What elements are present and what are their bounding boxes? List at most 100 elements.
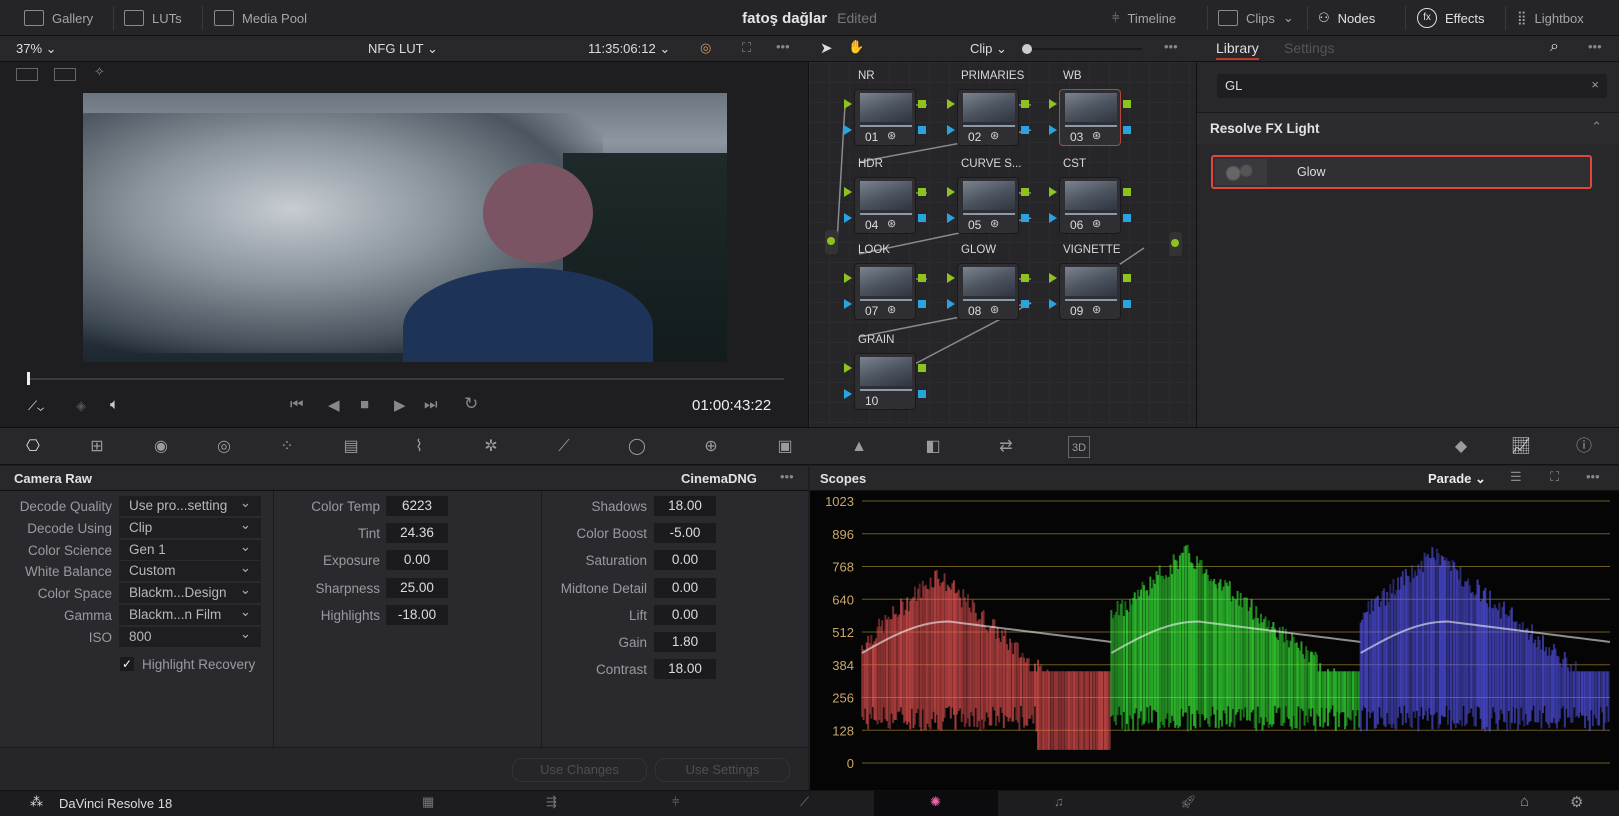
keyframes-icon[interactable]: ◆ [1450, 436, 1472, 458]
fullscreen-icon[interactable]: ⛶ [742, 40, 751, 56]
rgb-input-icon[interactable] [844, 187, 852, 197]
node-10[interactable]: 10 [854, 353, 916, 410]
node-09[interactable]: 09 ⊛ [1059, 263, 1121, 320]
key-input-icon[interactable] [844, 389, 852, 399]
cut-page-icon[interactable]: ⇶ [546, 794, 557, 810]
node-06[interactable]: 06 ⊛ [1059, 177, 1121, 234]
rgb-input-icon[interactable] [1049, 187, 1057, 197]
node-02[interactable]: 02 ⊛ [957, 89, 1019, 146]
window-icon[interactable]: ◯ [626, 436, 648, 458]
fairlight-page-icon[interactable]: ♫ [1054, 794, 1064, 809]
search-icon[interactable]: ⌕ [1550, 38, 1559, 56]
camera-raw-more-icon[interactable]: ••• [780, 469, 794, 484]
key-output-icon[interactable] [918, 126, 926, 134]
more-options-icon[interactable]: ••• [776, 39, 790, 54]
settings-gear-icon[interactable]: ⚙ [1570, 793, 1583, 811]
hand-icon[interactable]: ✋ [848, 39, 864, 55]
blur-icon[interactable]: ▲ [848, 436, 870, 458]
key-output-icon[interactable] [1123, 300, 1131, 308]
key-output-icon[interactable] [1021, 214, 1029, 222]
effect-item-glow[interactable]: Glow [1211, 155, 1592, 189]
key-output-icon[interactable] [1021, 126, 1029, 134]
param-value-field[interactable]: 0.00 [654, 578, 716, 598]
chevron-up-icon[interactable]: ⌃ [1591, 119, 1602, 135]
tracker-icon[interactable]: ⊕ [700, 436, 722, 458]
node-editor[interactable]: NR 01 ⊛ PRIMARIES 02 ⊛ WB 03 ⊛ HDR 04 ⊛ CURVE S... 05… [808, 62, 1196, 427]
category-header[interactable]: Resolve FX Light ⌃ [1197, 112, 1619, 144]
loop-icon[interactable]: ↻ [464, 394, 478, 414]
use-changes-button[interactable]: Use Changes [512, 758, 647, 782]
pointer-icon[interactable]: ➤ [820, 39, 833, 57]
camera-raw-icon[interactable]: ⎔ [22, 436, 44, 458]
key-input-icon[interactable] [1049, 213, 1057, 223]
lut-dropdown[interactable]: NFG LUT ⌄ [368, 41, 438, 57]
color-warper-icon[interactable]: ✲ [480, 436, 502, 458]
rgb-output-icon[interactable] [1021, 100, 1029, 108]
rgb-input-icon[interactable] [1049, 273, 1057, 283]
color-match-icon[interactable]: ⊞ [86, 436, 108, 458]
setting-dropdown[interactable]: Gen 1 [119, 537, 261, 560]
key-icon[interactable]: ◧ [922, 436, 944, 458]
library-more-icon[interactable]: ••• [1588, 39, 1602, 54]
rgb-output-icon[interactable] [1021, 188, 1029, 196]
volume-icon[interactable]: 🔈︎ [110, 396, 119, 413]
param-value-field[interactable]: -18.00 [386, 605, 448, 625]
rgb-output-icon[interactable] [1123, 274, 1131, 282]
param-value-field[interactable]: 0.00 [386, 550, 448, 570]
zoom-dropdown[interactable]: 37% ⌄ [16, 41, 57, 57]
skip-end-icon[interactable]: ⏭︎ [424, 396, 438, 413]
scope-mode-dropdown[interactable]: Parade ⌄ [1428, 471, 1486, 487]
rgb-input-icon[interactable] [947, 187, 955, 197]
edit-page-icon[interactable]: ⫩ [672, 794, 679, 810]
rgb-output-icon[interactable] [1123, 100, 1131, 108]
param-value-field[interactable]: 18.00 [654, 659, 716, 679]
key-input-icon[interactable] [947, 213, 955, 223]
search-field[interactable]: GL × [1217, 74, 1607, 98]
stop-icon[interactable]: ■ [360, 396, 369, 413]
skip-start-icon[interactable]: ⏮︎ [290, 396, 304, 413]
node-05[interactable]: 05 ⊛ [957, 177, 1019, 234]
param-value-field[interactable]: 18.00 [654, 496, 716, 516]
qualifier-icon[interactable]: ⟋ [553, 436, 575, 458]
rgb-input-icon[interactable] [844, 363, 852, 373]
param-value-field[interactable]: -5.00 [654, 523, 716, 543]
setting-dropdown[interactable]: Use pro...setting [119, 493, 261, 516]
info-icon[interactable]: ⓘ [1573, 436, 1595, 458]
3d-icon[interactable]: 3D [1068, 436, 1090, 458]
rgb-output-icon[interactable] [918, 188, 926, 196]
rgb-input-icon[interactable] [947, 273, 955, 283]
clear-search-icon[interactable]: × [1591, 77, 1599, 92]
timeline-button[interactable]: ⫩ Timeline [1112, 0, 1176, 36]
key-output-icon[interactable] [1123, 126, 1131, 134]
node-04[interactable]: 04 ⊛ [854, 177, 916, 234]
single-view-icon[interactable] [16, 68, 38, 81]
param-value-field[interactable]: 1.80 [654, 632, 716, 652]
rgb-input-icon[interactable] [947, 99, 955, 109]
lightbox-button[interactable]: ⣿ Lightbox [1517, 0, 1584, 36]
scrubber-bar[interactable] [28, 378, 784, 380]
scope-more-icon[interactable]: ••• [1586, 469, 1600, 484]
color-wheel-icon[interactable]: ◎ [700, 40, 711, 56]
color-wheels-icon[interactable]: ◉ [150, 436, 172, 458]
hdr-wheels-icon[interactable]: ◎ [213, 436, 235, 458]
tab-library[interactable]: Library [1216, 40, 1259, 60]
key-output-icon[interactable] [1123, 214, 1131, 222]
key-output-icon[interactable] [1021, 300, 1029, 308]
param-value-field[interactable]: 0.00 [654, 550, 716, 570]
key-input-icon[interactable] [947, 125, 955, 135]
raw-format-dropdown[interactable]: CinemaDNG [681, 471, 757, 486]
eyedropper-icon[interactable]: ⟋⌄ [28, 398, 44, 414]
setting-dropdown[interactable]: Blackm...n Film [119, 602, 261, 625]
setting-dropdown[interactable]: Blackm...Design [119, 580, 261, 603]
fusion-page-icon[interactable]: ⟋ [800, 794, 809, 810]
effects-button[interactable]: fx Effects [1417, 0, 1485, 36]
playhead[interactable] [27, 372, 30, 385]
nodes-button[interactable]: ⚇ Nodes [1318, 0, 1375, 36]
input-node[interactable] [825, 230, 838, 254]
key-input-icon[interactable] [844, 299, 852, 309]
key-input-icon[interactable] [1049, 299, 1057, 309]
magic-wand-icon[interactable]: ✧ [94, 64, 105, 80]
play-reverse-icon[interactable]: ◀ [328, 396, 340, 414]
zoom-slider[interactable] [1032, 48, 1142, 50]
media-page-icon[interactable]: ▦ [422, 794, 434, 810]
